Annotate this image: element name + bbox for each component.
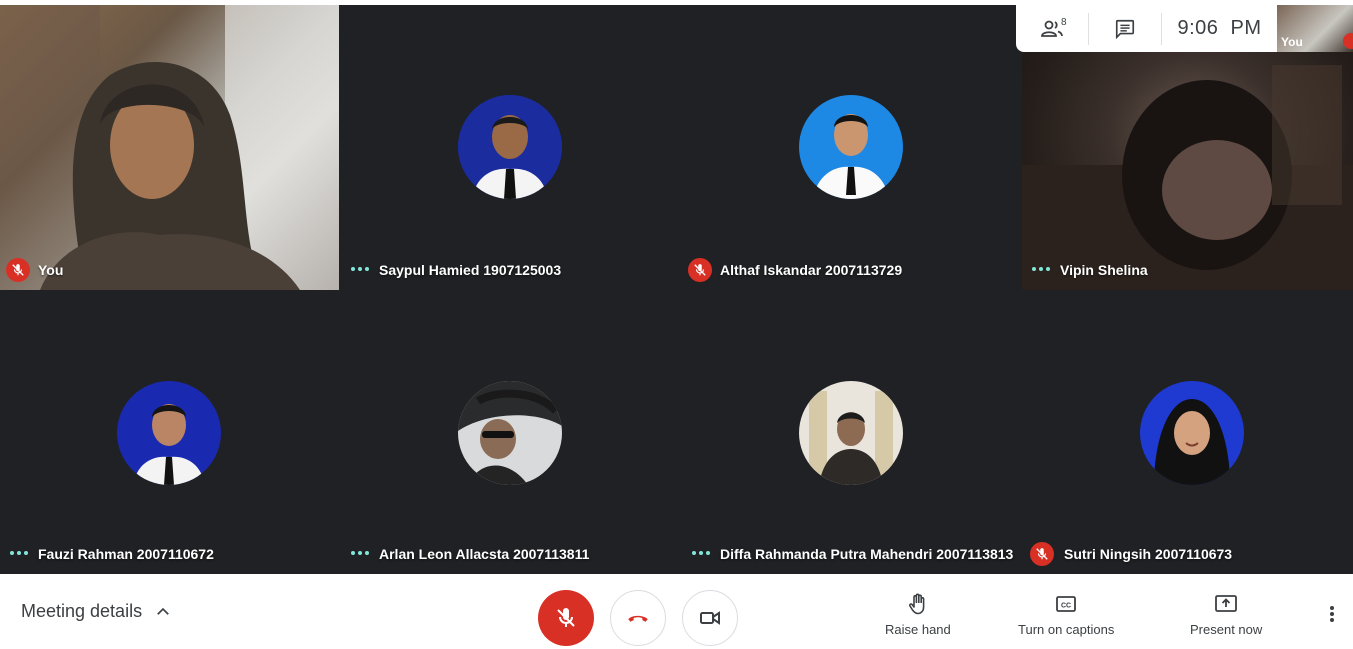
mic-off-icon bbox=[557, 608, 575, 627]
participant-tile-you[interactable]: You bbox=[0, 5, 339, 290]
chat-button[interactable] bbox=[1089, 5, 1161, 52]
profile-photo bbox=[117, 381, 221, 485]
self-view-label: You bbox=[1281, 35, 1303, 49]
participant-name: Arlan Leon Allacsta 2007113811 bbox=[379, 546, 590, 562]
meeting-info-panel: 8 9:06 PM bbox=[1016, 5, 1277, 52]
participant-name: Vipin Shelina bbox=[1060, 262, 1148, 278]
avatar bbox=[799, 381, 903, 485]
present-icon bbox=[1215, 595, 1238, 612]
raise-hand-button[interactable]: Raise hand bbox=[885, 592, 951, 637]
mute-indicator bbox=[688, 258, 712, 282]
mic-off-icon bbox=[1036, 548, 1048, 560]
avatar bbox=[458, 381, 562, 485]
speaking-indicator bbox=[690, 546, 712, 560]
participant-tile-arlan[interactable]: Arlan Leon Allacsta 2007113811 bbox=[341, 292, 680, 574]
participant-name: Fauzi Rahman 2007110672 bbox=[38, 546, 214, 562]
mic-toggle-button[interactable] bbox=[538, 590, 594, 646]
profile-photo bbox=[799, 381, 903, 485]
speaking-indicator bbox=[349, 262, 371, 276]
camera-icon bbox=[700, 611, 720, 625]
meeting-stage: You Saypul Hamied 1907125003 Althaf Iska… bbox=[0, 0, 1353, 574]
participant-tile-sutri[interactable]: Sutri Ningsih 2007110673 bbox=[1022, 292, 1353, 574]
profile-photo bbox=[458, 95, 562, 199]
captions-label: Turn on captions bbox=[1018, 622, 1115, 637]
mute-indicator bbox=[6, 258, 30, 282]
avatar bbox=[1140, 381, 1244, 485]
chat-icon bbox=[1115, 19, 1135, 39]
participant-tile-diffa[interactable]: Diffa Rahmanda Putra Mahendri 2007113813 bbox=[682, 292, 1021, 574]
mic-off-icon bbox=[12, 264, 24, 276]
self-video-silhouette bbox=[0, 5, 339, 290]
camera-toggle-button[interactable] bbox=[682, 590, 738, 646]
more-vert-icon bbox=[1330, 606, 1334, 610]
participant-name: Sutri Ningsih 2007110673 bbox=[1064, 546, 1233, 562]
participant-tile-saypul[interactable]: Saypul Hamied 1907125003 bbox=[341, 5, 680, 290]
participant-name: Saypul Hamied 1907125003 bbox=[379, 262, 562, 278]
mute-indicator bbox=[1030, 542, 1054, 566]
cc-icon: CC bbox=[1056, 596, 1077, 612]
bottom-toolbar: Meeting details Raise hand CC Turn on ca… bbox=[0, 574, 1353, 649]
present-now-label: Present now bbox=[1190, 622, 1263, 637]
hangup-icon bbox=[628, 615, 648, 622]
raise-hand-label: Raise hand bbox=[885, 622, 951, 637]
profile-photo bbox=[799, 95, 903, 199]
participant-name: Althaf Iskandar 2007113729 bbox=[720, 262, 903, 278]
mute-indicator bbox=[1343, 33, 1353, 49]
captions-button[interactable]: CC Turn on captions bbox=[1018, 592, 1114, 637]
svg-text:CC: CC bbox=[1061, 603, 1071, 610]
speaking-indicator bbox=[1030, 262, 1052, 276]
chevron-up-icon bbox=[157, 607, 169, 615]
avatar bbox=[117, 381, 221, 485]
participant-tile-fauzi[interactable]: Fauzi Rahman 2007110672 bbox=[0, 292, 339, 574]
speaking-indicator bbox=[8, 546, 30, 560]
participants-button[interactable]: 8 bbox=[1016, 5, 1088, 52]
avatar bbox=[458, 95, 562, 199]
self-view-thumbnail[interactable]: You bbox=[1277, 5, 1353, 52]
present-now-button[interactable]: Present now bbox=[1190, 592, 1262, 637]
profile-photo bbox=[1140, 381, 1244, 485]
participant-name: You bbox=[38, 262, 64, 278]
hangup-button[interactable] bbox=[610, 590, 666, 646]
hand-icon bbox=[908, 593, 925, 615]
participant-name: Diffa Rahmanda Putra Mahendri 2007113813 bbox=[720, 546, 1014, 562]
meeting-details-button[interactable]: Meeting details bbox=[21, 574, 172, 649]
profile-photo bbox=[458, 381, 562, 485]
more-options-button[interactable] bbox=[1322, 604, 1342, 624]
mic-off-icon bbox=[694, 264, 706, 276]
speaking-indicator bbox=[349, 546, 371, 560]
participant-tile-althaf[interactable]: Althaf Iskandar 2007113729 bbox=[682, 5, 1021, 290]
avatar bbox=[799, 95, 903, 199]
participants-count: 8 bbox=[1061, 17, 1067, 28]
meeting-details-label: Meeting details bbox=[21, 601, 143, 621]
meeting-clock: 9:06 PM bbox=[1177, 17, 1262, 39]
